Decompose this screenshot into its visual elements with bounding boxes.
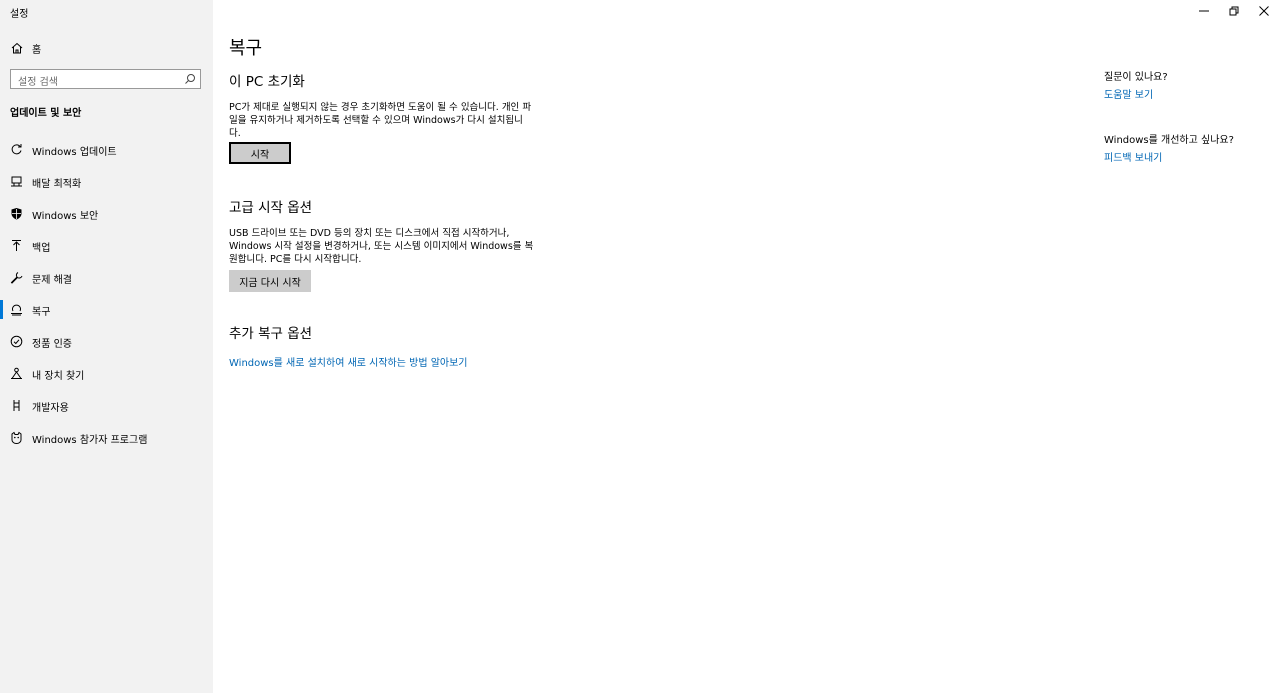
sidebar-item-label: 정품 인증	[32, 339, 72, 350]
sidebar-item-label: Windows 업데이트	[32, 147, 117, 158]
get-help-link[interactable]: 도움말 보기	[1104, 86, 1153, 101]
app-title: 설정	[10, 9, 29, 20]
reset-heading: 이 PC 초기화	[229, 74, 305, 90]
restore-button[interactable]	[1219, 0, 1249, 22]
sidebar-item-backup[interactable]: 백업	[0, 235, 213, 257]
find-device-icon	[10, 367, 23, 380]
sidebar-item-label: Windows 보안	[32, 211, 99, 222]
advanced-startup-heading: 고급 시작 옵션	[229, 200, 313, 216]
sidebar-item-label: 배달 최적화	[32, 179, 82, 190]
advanced-startup-description: USB 드라이브 또는 DVD 등의 장치 또는 디스크에서 직접 시작하거나,…	[229, 228, 534, 265]
sidebar-item-label: 백업	[32, 243, 51, 254]
selection-indicator	[0, 300, 3, 319]
check-circle-icon	[10, 335, 23, 348]
feedback-question: Windows를 개선하고 싶나요?	[1104, 135, 1234, 146]
search-input[interactable]: 설정 검색	[18, 73, 58, 88]
sidebar-item-home[interactable]: 홈	[0, 38, 213, 58]
close-button[interactable]	[1249, 0, 1279, 22]
sidebar-item-windows-security[interactable]: Windows 보안	[0, 203, 213, 225]
sidebar-item-delivery-optimization[interactable]: 배달 최적화	[0, 171, 213, 193]
minimize-icon	[1199, 10, 1209, 12]
restart-now-button[interactable]: 지금 다시 시작	[229, 270, 311, 292]
sidebar-item-label: Windows 참가자 프로그램	[32, 435, 148, 446]
recovery-icon	[10, 303, 23, 316]
search-box[interactable]: 설정 검색	[10, 69, 201, 89]
send-feedback-link[interactable]: 피드백 보내기	[1104, 149, 1162, 164]
developer-icon	[10, 399, 23, 412]
wrench-icon	[10, 271, 23, 284]
shield-icon	[10, 207, 23, 220]
backup-icon	[10, 239, 23, 252]
sidebar-item-label: 복구	[32, 307, 51, 318]
sidebar-item-label: 내 장치 찾기	[32, 371, 85, 382]
restore-icon	[1229, 6, 1239, 16]
help-question: 질문이 있나요?	[1104, 72, 1168, 83]
minimize-button[interactable]	[1189, 0, 1219, 22]
refresh-icon	[10, 143, 23, 156]
section-title: 업데이트 및 보안	[10, 108, 82, 119]
sidebar-item-label: 문제 해결	[32, 275, 72, 286]
sidebar-item-recovery[interactable]: 복구	[0, 299, 213, 321]
sidebar-item-windows-update[interactable]: Windows 업데이트	[0, 139, 213, 161]
more-recovery-heading: 추가 복구 옵션	[229, 326, 313, 342]
search-icon[interactable]	[184, 73, 196, 85]
sidebar-item-find-my-device[interactable]: 내 장치 찾기	[0, 363, 213, 385]
insider-icon	[10, 431, 23, 444]
sidebar: 설정 홈 설정 검색 업데이트 및 보안 Windows 업데이트 배달 최적화…	[0, 0, 213, 693]
close-icon	[1259, 6, 1269, 16]
sidebar-item-activation[interactable]: 정품 인증	[0, 331, 213, 353]
fresh-start-link[interactable]: Windows를 새로 설치하여 새로 시작하는 방법 알아보기	[229, 354, 468, 369]
sidebar-item-for-developers[interactable]: 개발자용	[0, 395, 213, 417]
delivery-icon	[10, 175, 23, 188]
sidebar-item-troubleshoot[interactable]: 문제 해결	[0, 267, 213, 289]
page-title: 복구	[229, 38, 263, 59]
sidebar-item-label: 개발자용	[32, 403, 69, 414]
sidebar-item-label: 홈	[32, 45, 42, 56]
reset-description: PC가 제대로 실행되지 않는 경우 초기화하면 도움이 될 수 있습니다. 개…	[229, 102, 532, 139]
reset-start-button[interactable]: 시작	[229, 142, 291, 164]
home-icon	[10, 41, 24, 55]
sidebar-item-windows-insider[interactable]: Windows 참가자 프로그램	[0, 427, 213, 449]
